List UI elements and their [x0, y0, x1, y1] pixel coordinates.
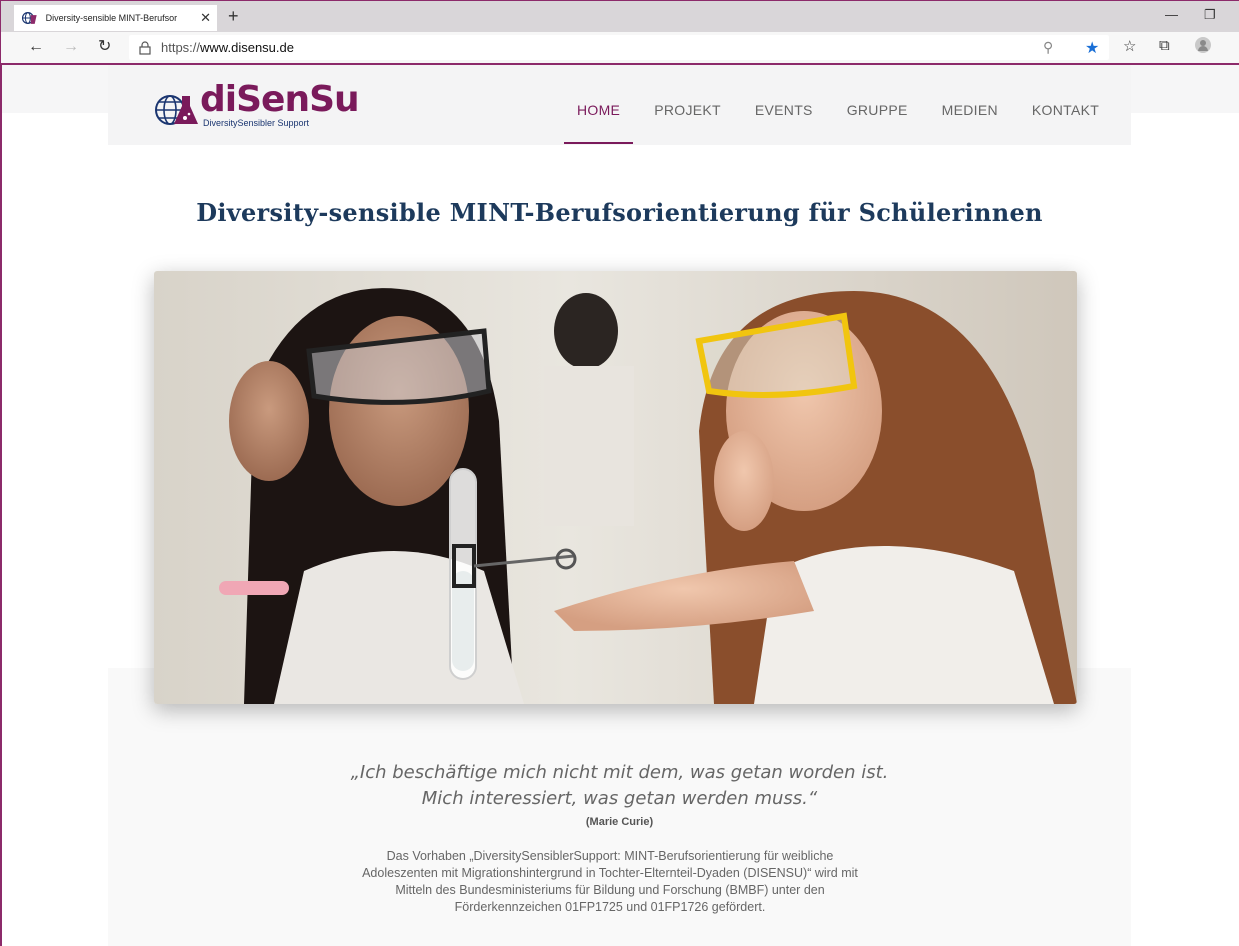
collections-icon[interactable]: ⧉ — [1159, 37, 1170, 54]
main-navigation: HOME PROJEKT EVENTS GRUPPE MEDIEN KONTAK… — [560, 96, 1116, 144]
quote-line-2: Mich interessiert, was getan werden muss… — [421, 788, 818, 809]
tab-title: Diversity-sensible MINT-Berufsor — [45, 13, 178, 23]
new-tab-button[interactable]: + — [228, 5, 239, 27]
favorites-list-icon[interactable]: ☆ — [1123, 37, 1136, 55]
quote-line-1: „Ich beschäftige mich nicht mit dem, was… — [350, 762, 889, 783]
forward-arrow-icon[interactable]: → — [63, 37, 79, 57]
nav-medien[interactable]: MEDIEN — [925, 96, 1015, 124]
tab-close-icon[interactable]: ✕ — [200, 10, 211, 26]
description-line-3: Mitteln des Bundesministeriums für Bildu… — [395, 883, 825, 897]
refresh-icon[interactable]: ↻ — [98, 37, 111, 57]
description-line-2: Adoleszenten mit Migrationshintergrund i… — [362, 866, 858, 880]
nav-home[interactable]: HOME — [560, 96, 637, 144]
nav-projekt[interactable]: PROJEKT — [637, 96, 738, 124]
funding-description: Das Vorhaben „DiversitySensiblerSupport:… — [300, 848, 920, 916]
browser-chrome: Diversity-sensible MINT-Berufsor ✕ + — ❐… — [0, 0, 1239, 64]
maximize-icon[interactable]: ❐ — [1204, 7, 1216, 23]
description-line-1: Das Vorhaben „DiversitySensiblerSupport:… — [386, 849, 834, 863]
url-text: https://www.disensu.de — [161, 40, 294, 55]
profile-avatar-icon[interactable] — [1195, 37, 1211, 57]
url-host: www.disensu.de — [200, 40, 294, 55]
address-bar[interactable]: https://www.disensu.de ⚲ ★ — [129, 35, 1109, 60]
lock-icon — [139, 40, 151, 55]
back-arrow-icon[interactable]: ← — [28, 37, 44, 57]
hero-photo-students-lab — [154, 271, 1077, 704]
nav-kontakt[interactable]: KONTAKT — [1015, 96, 1116, 124]
site-favicon-icon — [22, 12, 37, 24]
nav-events[interactable]: EVENTS — [738, 96, 830, 124]
nav-gruppe[interactable]: GRUPPE — [830, 96, 925, 124]
profile-svg — [1195, 37, 1211, 53]
zoom-icon[interactable]: ⚲ — [1043, 39, 1053, 56]
url-prefix: https:// — [161, 40, 201, 55]
site-logo-text[interactable]: diSenSu — [200, 80, 360, 120]
favorite-star-icon[interactable]: ★ — [1085, 38, 1099, 58]
browser-tab[interactable]: Diversity-sensible MINT-Berufsor ✕ — [14, 5, 217, 31]
site-logo-subtitle: DiversitySensibler Support — [203, 118, 310, 128]
description-line-4: Förderkennzeichen 01FP1725 und 01FP1726 … — [454, 900, 766, 914]
minimize-icon[interactable]: — — [1165, 7, 1178, 22]
quote-author: (Marie Curie) — [585, 816, 654, 828]
page-headline: Diversity-sensible MINT-Berufsorientieru… — [196, 198, 1043, 227]
quote: „Ich beschäftige mich nicht mit dem, was… — [0, 760, 1239, 812]
browser-toolbar: ← → ↻ https://www.disensu.de ⚲ ★ ☆ ⧉ — [0, 32, 1239, 63]
tab-strip: Diversity-sensible MINT-Berufsor ✕ + — ❐ — [0, 0, 1239, 32]
window-frame-left — [0, 63, 2, 946]
